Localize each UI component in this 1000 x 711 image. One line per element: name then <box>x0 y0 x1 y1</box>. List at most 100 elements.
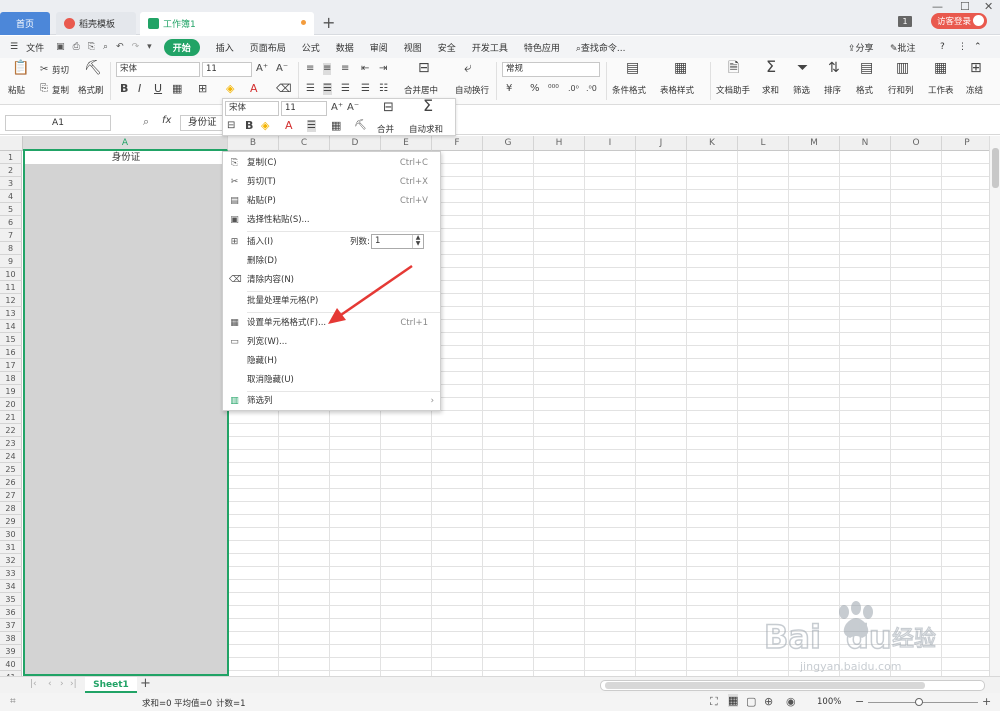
mini-size-select[interactable]: 11 <box>281 101 327 116</box>
column-header-j[interactable]: J <box>636 136 687 151</box>
row-header-2[interactable]: 2 <box>0 164 22 177</box>
fx-icon[interactable]: fx <box>162 115 171 126</box>
indent-increase-icon[interactable]: ⇥ <box>379 63 387 75</box>
merge-center-button[interactable]: 合并居中 <box>404 84 438 96</box>
save-icon[interactable]: ▣ <box>56 42 65 52</box>
menu-developer[interactable]: 开发工具 <box>472 41 508 54</box>
mini-font-shrink-icon[interactable]: A⁻ <box>347 102 359 114</box>
zoom-level[interactable]: 100% <box>817 697 841 707</box>
undo-icon[interactable]: ↶ <box>116 42 124 52</box>
export-icon[interactable]: ⎙ <box>73 42 80 52</box>
cut-button[interactable]: 剪切 <box>52 64 69 76</box>
row-col-button[interactable]: 行和列 <box>888 84 914 96</box>
bold-icon[interactable]: B <box>120 83 128 95</box>
macro-icon[interactable]: ⌗ <box>10 696 16 707</box>
minimize-icon[interactable]: — <box>932 0 943 13</box>
column-header-a[interactable]: A <box>23 136 228 151</box>
hamburger-icon[interactable]: ☰ <box>10 42 18 52</box>
guest-login-button[interactable]: 访客登录 <box>931 13 987 29</box>
zoom-slider-thumb[interactable] <box>915 698 923 706</box>
sheet-tab-sheet1[interactable]: Sheet1 <box>85 677 137 693</box>
sort-button[interactable]: 排序 <box>824 84 841 96</box>
row-header-28[interactable]: 28 <box>0 502 22 515</box>
conditional-format-icon[interactable]: ▤ <box>626 61 639 75</box>
select-all-corner[interactable] <box>0 136 23 151</box>
menu-item-paste[interactable]: ▤ 粘贴(P) Ctrl+V <box>223 192 440 211</box>
font-size-select[interactable]: 11 <box>202 62 252 77</box>
menu-item-paste-special[interactable]: ▣ 选择性粘贴(S)... <box>223 211 440 230</box>
table-style-icon[interactable]: ▦ <box>674 61 687 75</box>
freeze-button[interactable]: 冻结 <box>966 84 983 96</box>
comment-button[interactable]: ✎批注 <box>890 41 916 54</box>
column-header-c[interactable]: C <box>279 136 330 151</box>
distributed-icon[interactable]: ☷ <box>379 83 388 95</box>
sheet-last-icon[interactable]: ›| <box>70 679 77 689</box>
tab-workbook[interactable]: 工作簿1 <box>140 12 314 35</box>
zoom-in-icon[interactable]: + <box>982 695 991 708</box>
font-grow-icon[interactable]: A⁺ <box>256 63 268 75</box>
preview-icon[interactable]: ⌕ <box>103 42 108 52</box>
sheet-next-icon[interactable]: › <box>60 679 64 689</box>
normal-view-icon[interactable]: ▦ <box>728 694 739 707</box>
row-header-32[interactable]: 32 <box>0 554 22 567</box>
row-header-15[interactable]: 15 <box>0 333 22 346</box>
format-icon[interactable]: ▤ <box>860 61 873 75</box>
row-header-20[interactable]: 20 <box>0 398 22 411</box>
column-header-o[interactable]: O <box>891 136 942 151</box>
fullscreen-icon[interactable]: ⛶ <box>710 695 718 709</box>
zoom-out-icon[interactable]: − <box>855 695 864 708</box>
menu-start[interactable]: 开始 <box>163 38 200 56</box>
row-header-33[interactable]: 33 <box>0 567 22 580</box>
row-header-26[interactable]: 26 <box>0 476 22 489</box>
row-header-34[interactable]: 34 <box>0 580 22 593</box>
mini-bold-icon[interactable]: B <box>245 120 253 132</box>
font-shrink-icon[interactable]: A⁻ <box>276 63 288 75</box>
row-header-1[interactable]: 1 <box>0 151 22 164</box>
mini-font-color-icon[interactable]: A <box>285 120 293 132</box>
quick-access-more-icon[interactable]: ▾ <box>147 42 152 52</box>
wrap-text-button[interactable]: 自动换行 <box>455 84 489 96</box>
column-header-d[interactable]: D <box>330 136 381 151</box>
row-header-14[interactable]: 14 <box>0 320 22 333</box>
mini-autosum-button[interactable]: 自动求和 <box>409 123 443 135</box>
menu-view[interactable]: 视图 <box>404 41 422 54</box>
selected-column-a[interactable] <box>23 151 229 676</box>
more-icon[interactable]: ⋮ <box>958 42 967 52</box>
mini-cell-style-icon[interactable]: ⊟ <box>227 120 235 132</box>
new-tab-button[interactable]: + <box>322 13 335 32</box>
close-icon[interactable]: ✕ <box>984 0 993 13</box>
column-header-m[interactable]: M <box>789 136 840 151</box>
cell-a1[interactable]: 身份证 <box>25 151 227 164</box>
mini-align-icon[interactable]: ☰ <box>307 120 316 132</box>
menu-insert[interactable]: 插入 <box>216 41 234 54</box>
row-header-36[interactable]: 36 <box>0 606 22 619</box>
thousands-icon[interactable]: ⁰⁰⁰ <box>548 83 559 95</box>
page-break-view-icon[interactable]: ⊕ <box>764 695 773 708</box>
row-header-30[interactable]: 30 <box>0 528 22 541</box>
mini-font-select[interactable]: 宋体 <box>225 101 279 116</box>
menu-page-layout[interactable]: 页面布局 <box>250 41 286 54</box>
freeze-icon[interactable]: ⊞ <box>970 61 982 75</box>
scroll-thumb[interactable] <box>992 148 999 188</box>
mini-merge-icon[interactable]: ⊟ <box>383 101 394 114</box>
row-header-6[interactable]: 6 <box>0 216 22 229</box>
row-header-38[interactable]: 38 <box>0 632 22 645</box>
increase-decimal-icon[interactable]: .0⁰ <box>568 83 579 95</box>
add-sheet-button[interactable]: + <box>140 676 151 691</box>
command-search[interactable]: ⌕查找命令... <box>576 41 626 54</box>
mini-fill-color-icon[interactable]: ◈ <box>261 120 269 132</box>
row-header-18[interactable]: 18 <box>0 372 22 385</box>
column-header-p[interactable]: P <box>942 136 990 151</box>
decrease-decimal-icon[interactable]: .⁰0 <box>586 83 597 95</box>
notification-badge[interactable]: 1 <box>898 16 912 27</box>
column-header-g[interactable]: G <box>483 136 534 151</box>
row-header-21[interactable]: 21 <box>0 411 22 424</box>
column-header-k[interactable]: K <box>687 136 738 151</box>
mini-border-icon[interactable]: ▦ <box>331 120 341 132</box>
column-header-n[interactable]: N <box>840 136 891 151</box>
menu-item-filter-column[interactable]: ▥ 筛选列 › <box>223 392 440 411</box>
border-icon[interactable]: ▦ <box>172 83 182 95</box>
underline-icon[interactable]: U <box>154 83 162 95</box>
row-header-31[interactable]: 31 <box>0 541 22 554</box>
format-painter-icon[interactable]: ⛏ <box>84 61 102 75</box>
